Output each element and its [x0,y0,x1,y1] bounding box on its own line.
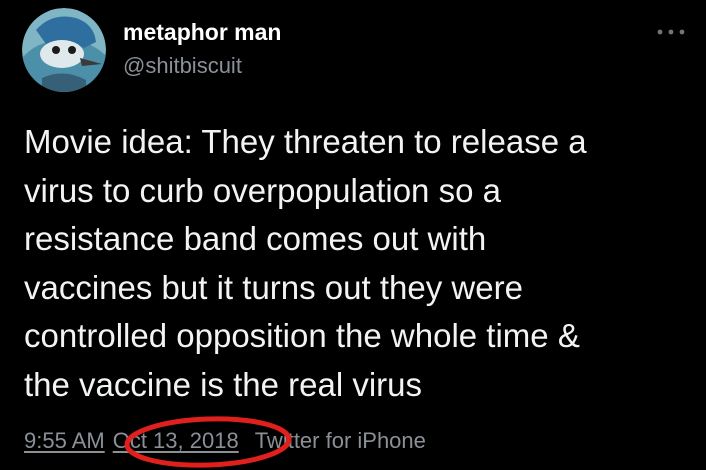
more-horizontal-icon[interactable] [654,24,688,40]
tweet-text: Movie idea: They threaten to release a v… [24,118,699,409]
tweet-source: Twitter for iPhone [254,428,426,453]
tweet: metaphor man @shitbiscuit Movie idea: Th… [0,0,706,469]
tweet-text-line: virus to curb overpopulation so a [24,171,501,209]
avatar[interactable] [22,8,106,92]
tweet-date-link[interactable]: Oct 13, 2018 [113,428,239,453]
tweet-text-line: controlled opposition the whole time & [24,317,580,354]
user-handle[interactable]: @shitbiscuit [123,53,242,79]
tweet-text-line: resistance band comes out with [24,220,487,257]
tweet-text-line: the vaccine is the real virus [24,365,423,403]
avatar-image [22,8,106,92]
tweet-time-link[interactable]: 9:55 AM [24,428,105,453]
tweet-text-line: vaccines but it turns out they were [24,268,523,306]
tweet-text-line: Movie idea: They threaten to release a [24,123,587,160]
display-name[interactable]: metaphor man [123,19,281,46]
tweet-metadata: 9:55 AM Oct 13, 2018 Twitter for iPhone [24,428,426,454]
